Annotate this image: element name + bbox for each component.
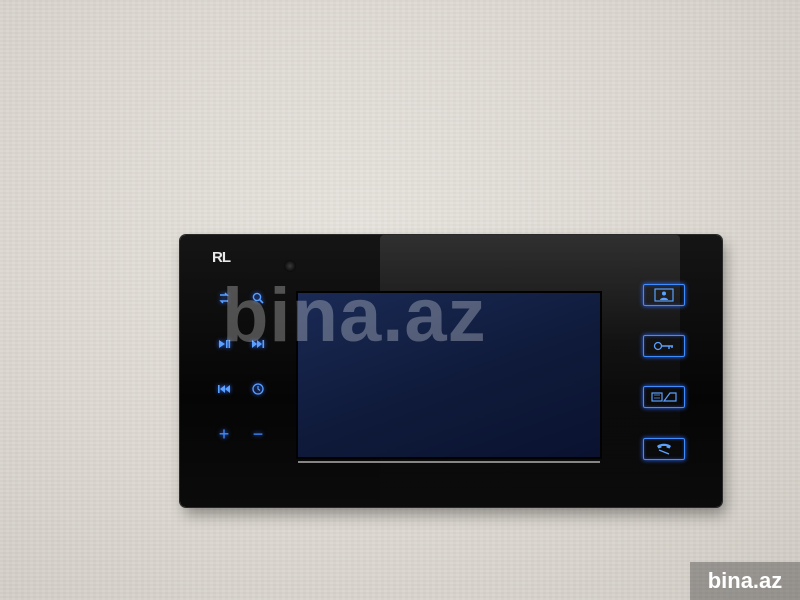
watermark-text: bina.az <box>222 273 487 358</box>
corner-watermark: bina.az <box>690 562 800 600</box>
gate-open-icon <box>651 392 677 402</box>
unlock-button[interactable] <box>643 335 685 357</box>
gate-button[interactable] <box>643 386 685 408</box>
clock-icon[interactable] <box>250 381 266 397</box>
camera-hole <box>284 260 296 272</box>
plus-button[interactable]: + <box>216 425 232 443</box>
monitor-person-icon <box>654 288 674 302</box>
unlock-key-icon <box>653 341 673 351</box>
brand-logo: RL <box>212 249 231 266</box>
call-button[interactable] <box>643 438 685 460</box>
minus-button[interactable]: − <box>250 425 266 443</box>
rewind-icon[interactable] <box>216 381 232 397</box>
phone-handset-icon <box>657 443 671 455</box>
monitor-button[interactable] <box>643 284 685 306</box>
